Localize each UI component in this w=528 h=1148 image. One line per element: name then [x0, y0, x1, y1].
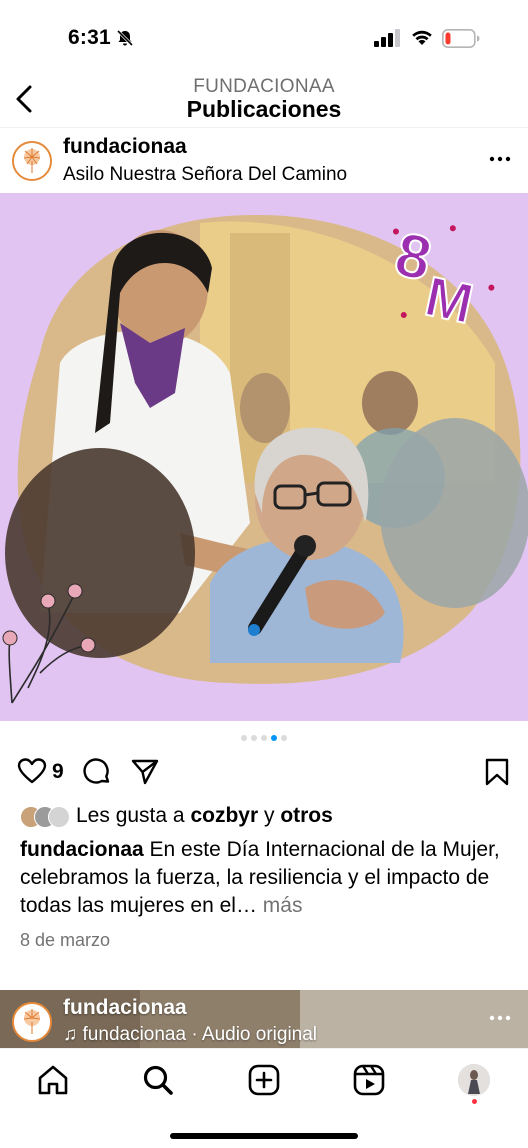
reels-icon[interactable]	[352, 1063, 386, 1097]
avatar[interactable]	[12, 141, 52, 181]
heart-icon[interactable]	[17, 757, 47, 785]
carousel-dot[interactable]	[261, 735, 267, 741]
bookmark-icon[interactable]	[484, 757, 510, 787]
liker-username[interactable]: cozbyr	[190, 804, 258, 827]
like-count[interactable]: 9	[52, 760, 64, 784]
carousel-dot[interactable]	[251, 735, 257, 741]
avatar[interactable]	[12, 1002, 52, 1042]
signal-icon	[374, 29, 400, 47]
post-date: 8 de marzo	[20, 930, 111, 950]
carousel-dot[interactable]	[241, 735, 247, 741]
post-photo-illustration: 8 M	[0, 193, 528, 721]
home-indicator	[170, 1133, 358, 1139]
notification-dot	[472, 1099, 477, 1104]
caption-username[interactable]: fundacionaa	[20, 838, 144, 861]
liker-avatars	[20, 806, 76, 828]
next-post-audio[interactable]: ♫ fundacionaa · Audio original	[63, 1024, 317, 1046]
post-image[interactable]: 8 M	[0, 193, 528, 721]
share-icon[interactable]	[130, 757, 160, 787]
header-account-name: FUNDACIONAA	[193, 76, 335, 97]
more-options-icon[interactable]	[488, 1012, 512, 1024]
likes-others-link[interactable]: otros	[280, 804, 333, 827]
carousel-dot[interactable]	[281, 735, 287, 741]
post-header: fundacionaa Asilo Nuestra Señora Del Cam…	[0, 130, 528, 192]
page-title: Publicaciones	[186, 96, 342, 122]
likes-text: Les gusta a cozbyr y otros	[76, 804, 333, 828]
home-icon[interactable]	[36, 1063, 70, 1097]
comment-icon[interactable]	[82, 757, 112, 787]
likes-summary[interactable]: Les gusta a cozbyr y otros	[20, 804, 520, 832]
status-time: 6:31	[68, 26, 111, 49]
dandelion-logo-icon	[14, 143, 50, 179]
bottom-tab-bar	[0, 1048, 528, 1148]
next-post-username[interactable]: fundacionaa	[63, 996, 187, 1020]
avatar	[48, 806, 70, 828]
likes-prefix: Les gusta a	[76, 804, 185, 827]
carousel-indicator[interactable]	[0, 735, 528, 743]
post-caption: fundacionaa En este Día Internacional de…	[20, 836, 514, 920]
profile-avatar[interactable]	[458, 1064, 490, 1096]
create-icon[interactable]	[247, 1063, 281, 1097]
search-icon[interactable]	[141, 1063, 175, 1097]
post-location[interactable]: Asilo Nuestra Señora Del Camino	[63, 164, 347, 186]
status-bar: 6:31	[0, 0, 528, 70]
caption-more-link[interactable]: más	[263, 894, 303, 917]
top-header: FUNDACIONAA Publicaciones	[0, 70, 528, 128]
next-post-header[interactable]: fundacionaa ♫ fundacionaa · Audio origin…	[0, 990, 528, 1050]
mute-bell-icon	[116, 29, 134, 47]
dandelion-logo-icon	[14, 1004, 50, 1040]
likes-connector: y	[263, 804, 275, 827]
post-username[interactable]: fundacionaa	[63, 135, 187, 159]
more-options-icon[interactable]	[488, 149, 512, 169]
carousel-dot[interactable]	[271, 735, 277, 741]
post-actions: 9	[0, 752, 528, 792]
battery-low-icon	[442, 29, 480, 48]
wifi-icon	[412, 30, 432, 45]
profile-photo-icon	[458, 1064, 490, 1096]
